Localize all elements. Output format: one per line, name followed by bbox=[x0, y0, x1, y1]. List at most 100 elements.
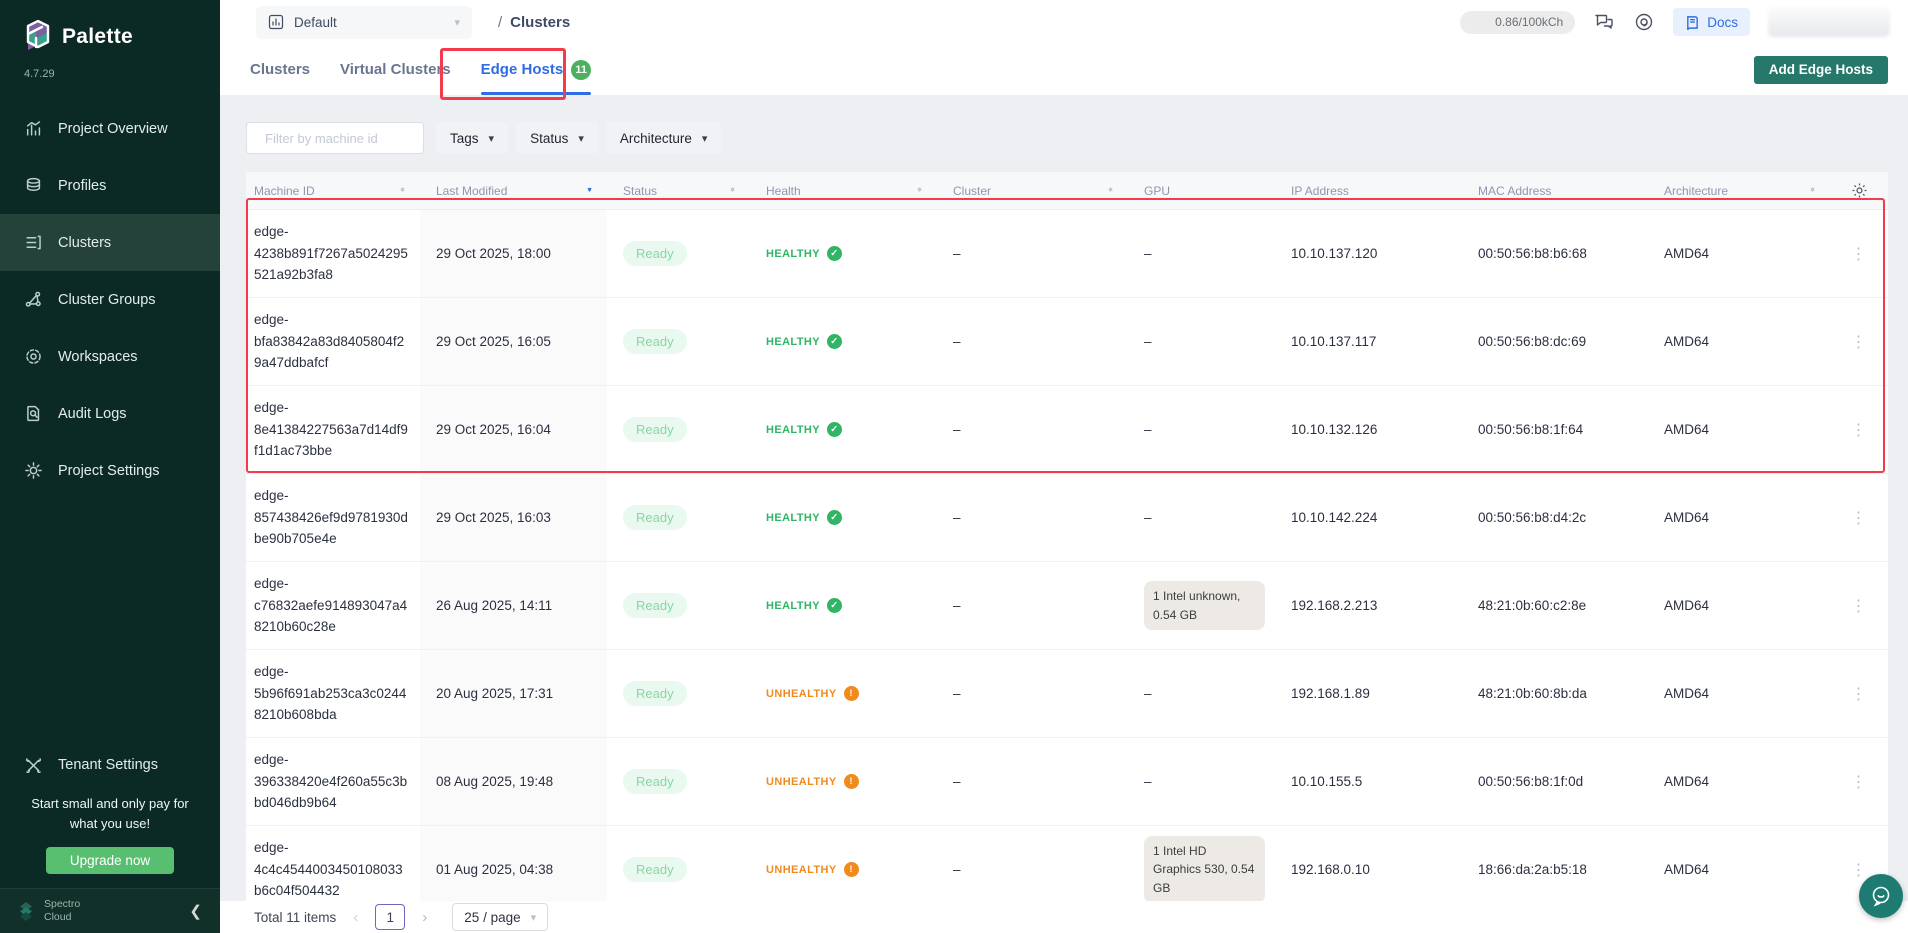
sidebar-item-workspaces[interactable]: Workspaces bbox=[0, 328, 220, 385]
health-status-icon: ✓ bbox=[827, 510, 842, 525]
column-header-last-modified[interactable]: Last Modified▲▼ bbox=[420, 184, 607, 198]
health-status-icon: ! bbox=[844, 686, 859, 701]
row-actions-kebab-icon[interactable]: ⋮ bbox=[1830, 596, 1888, 616]
gpu-cell: 1 Intel unknown, 0.54 GB bbox=[1128, 581, 1275, 630]
app-logo: Palette bbox=[0, 0, 220, 54]
sidebar-item-audit-logs[interactable]: Audit Logs bbox=[0, 385, 220, 442]
last-modified-cell: 08 Aug 2025, 19:48 bbox=[420, 738, 607, 825]
ip-address-cell: 10.10.137.117 bbox=[1275, 334, 1462, 349]
ip-address-cell: 192.168.1.89 bbox=[1275, 686, 1462, 701]
table-row[interactable]: edge-857438426ef9d9781930dbe90b705e4e 29… bbox=[246, 474, 1888, 562]
tags-filter-dropdown[interactable]: Tags▾ bbox=[436, 122, 508, 154]
sort-icons[interactable]: ▲▼ bbox=[399, 190, 406, 191]
sidebar-item-clusters[interactable]: Clusters bbox=[0, 214, 220, 271]
sort-icons[interactable]: ▲▼ bbox=[586, 190, 593, 191]
row-actions-kebab-icon[interactable]: ⋮ bbox=[1830, 244, 1888, 264]
sidebar-item-project-overview[interactable]: Project Overview bbox=[0, 100, 220, 157]
mac-address-cell: 18:66:da:2a:b5:18 bbox=[1462, 862, 1648, 877]
status-badge: Ready bbox=[623, 329, 687, 354]
gpu-cell: – bbox=[1128, 333, 1275, 351]
tab-clusters[interactable]: Clusters bbox=[250, 44, 310, 95]
column-header-architecture[interactable]: Architecture▲▼ bbox=[1648, 184, 1830, 198]
row-actions-kebab-icon[interactable]: ⋮ bbox=[1830, 420, 1888, 440]
status-badge: Ready bbox=[623, 769, 687, 794]
column-header-status[interactable]: Status▲▼ bbox=[607, 184, 750, 198]
table-row[interactable]: edge-8e41384227563a7d14df9f1d1ac73bbe 29… bbox=[246, 386, 1888, 474]
list-icon bbox=[24, 233, 43, 252]
table-row[interactable]: edge-c76832aefe914893047a48210b60c28e 26… bbox=[246, 562, 1888, 650]
sort-icons[interactable]: ▲▼ bbox=[1107, 190, 1114, 191]
table-row[interactable]: edge-4238b891f7267a5024295521a92b3fa8 29… bbox=[246, 210, 1888, 298]
cluster-cell: – bbox=[937, 510, 1128, 525]
total-items-label: Total 11 items bbox=[254, 910, 336, 925]
sidebar-item-label: Cluster Groups bbox=[58, 292, 156, 308]
tab-edge-hosts[interactable]: Edge Hosts 11 bbox=[481, 44, 592, 95]
health-label: UNHEALTHY bbox=[766, 864, 837, 876]
status-badge: Ready bbox=[623, 681, 687, 706]
row-actions-kebab-icon[interactable]: ⋮ bbox=[1830, 772, 1888, 792]
column-header-gpu: GPU bbox=[1128, 184, 1275, 198]
nodes-icon bbox=[24, 290, 43, 309]
app-name: Palette bbox=[62, 25, 133, 49]
status-badge: Ready bbox=[623, 417, 687, 442]
architecture-cell: AMD64 bbox=[1648, 246, 1830, 261]
machine-id-cell: edge-857438426ef9d9781930dbe90b705e4e bbox=[246, 485, 420, 550]
project-selector[interactable]: Default ▾ bbox=[256, 6, 472, 39]
ip-address-cell: 10.10.132.126 bbox=[1275, 422, 1462, 437]
upgrade-now-button[interactable]: Upgrade now bbox=[46, 847, 174, 874]
tab-virtual-clusters[interactable]: Virtual Clusters bbox=[340, 44, 451, 95]
chevron-down-icon: ▾ bbox=[454, 16, 460, 29]
docs-button[interactable]: Docs bbox=[1673, 8, 1750, 36]
last-modified-cell: 01 Aug 2025, 04:38 bbox=[420, 826, 607, 913]
add-edge-hosts-button[interactable]: Add Edge Hosts bbox=[1754, 56, 1888, 84]
machine-id-cell: edge-4c4c4544003450108033b6c04f504432 bbox=[246, 837, 420, 902]
chat-icon[interactable] bbox=[1593, 11, 1615, 33]
user-menu-redacted[interactable] bbox=[1768, 7, 1890, 37]
last-modified-cell: 29 Oct 2025, 16:03 bbox=[420, 474, 607, 561]
sort-icons[interactable]: ▲▼ bbox=[1809, 190, 1816, 191]
health-cell: UNHEALTHY ! bbox=[750, 686, 937, 701]
search-input[interactable] bbox=[265, 131, 441, 146]
mac-address-cell: 00:50:56:b8:1f:0d bbox=[1462, 774, 1648, 789]
current-page-button[interactable]: 1 bbox=[375, 904, 405, 930]
health-status-icon: ! bbox=[844, 774, 859, 789]
row-actions-kebab-icon[interactable]: ⋮ bbox=[1830, 508, 1888, 528]
status-badge: Ready bbox=[623, 505, 687, 530]
audit-icon bbox=[24, 404, 43, 423]
table-row[interactable]: edge-396338420e4f260a55c3bbd046db9b64 08… bbox=[246, 738, 1888, 826]
column-header-machine-id[interactable]: Machine ID▲▼ bbox=[246, 184, 420, 198]
table-row[interactable]: edge-bfa83842a83d8405804f29a47ddbafcf 29… bbox=[246, 298, 1888, 386]
health-label: HEALTHY bbox=[766, 512, 820, 524]
sort-icons[interactable]: ▲▼ bbox=[729, 190, 736, 191]
machine-id-search[interactable] bbox=[246, 122, 424, 154]
previous-page-icon[interactable]: ‹ bbox=[349, 909, 362, 926]
sidebar-item-cluster-groups[interactable]: Cluster Groups bbox=[0, 271, 220, 328]
sidebar-item-tenant-settings[interactable]: Tenant Settings bbox=[0, 737, 220, 794]
main-area: Default ▾ / Clusters 0.86/100kCh Docs Cl… bbox=[220, 0, 1908, 933]
health-cell: HEALTHY ✓ bbox=[750, 422, 937, 437]
row-actions-kebab-icon[interactable]: ⋮ bbox=[1830, 684, 1888, 704]
architecture-filter-dropdown[interactable]: Architecture▾ bbox=[606, 122, 722, 154]
status-filter-dropdown[interactable]: Status▾ bbox=[516, 122, 598, 154]
sidebar-item-project-settings[interactable]: Project Settings bbox=[0, 442, 220, 499]
page-size-select[interactable]: 25 / page ▾ bbox=[452, 903, 548, 931]
cluster-cell: – bbox=[937, 422, 1128, 437]
architecture-cell: AMD64 bbox=[1648, 598, 1830, 613]
row-actions-kebab-icon[interactable]: ⋮ bbox=[1830, 332, 1888, 352]
architecture-cell: AMD64 bbox=[1648, 510, 1830, 525]
next-page-icon[interactable]: › bbox=[418, 909, 431, 926]
column-header-health[interactable]: Health▲▼ bbox=[750, 184, 937, 198]
table-settings-gear-icon[interactable] bbox=[1851, 182, 1868, 199]
health-label: HEALTHY bbox=[766, 600, 820, 612]
mac-address-cell: 00:50:56:b8:1f:64 bbox=[1462, 422, 1648, 437]
support-icon[interactable] bbox=[1633, 11, 1655, 33]
column-header-cluster[interactable]: Cluster▲▼ bbox=[937, 184, 1128, 198]
usage-meter: 0.86/100kCh bbox=[1460, 11, 1575, 34]
breadcrumb-page: Clusters bbox=[510, 14, 570, 31]
chat-launcher-button[interactable] bbox=[1859, 874, 1903, 918]
collapse-sidebar-icon[interactable]: ❮ bbox=[189, 902, 202, 920]
sidebar-item-profiles[interactable]: Profiles bbox=[0, 157, 220, 214]
topbar: Default ▾ / Clusters 0.86/100kCh Docs bbox=[220, 0, 1908, 44]
table-row[interactable]: edge-5b96f691ab253ca3c02448210b608bda 20… bbox=[246, 650, 1888, 738]
sort-icons[interactable]: ▲▼ bbox=[916, 190, 923, 191]
